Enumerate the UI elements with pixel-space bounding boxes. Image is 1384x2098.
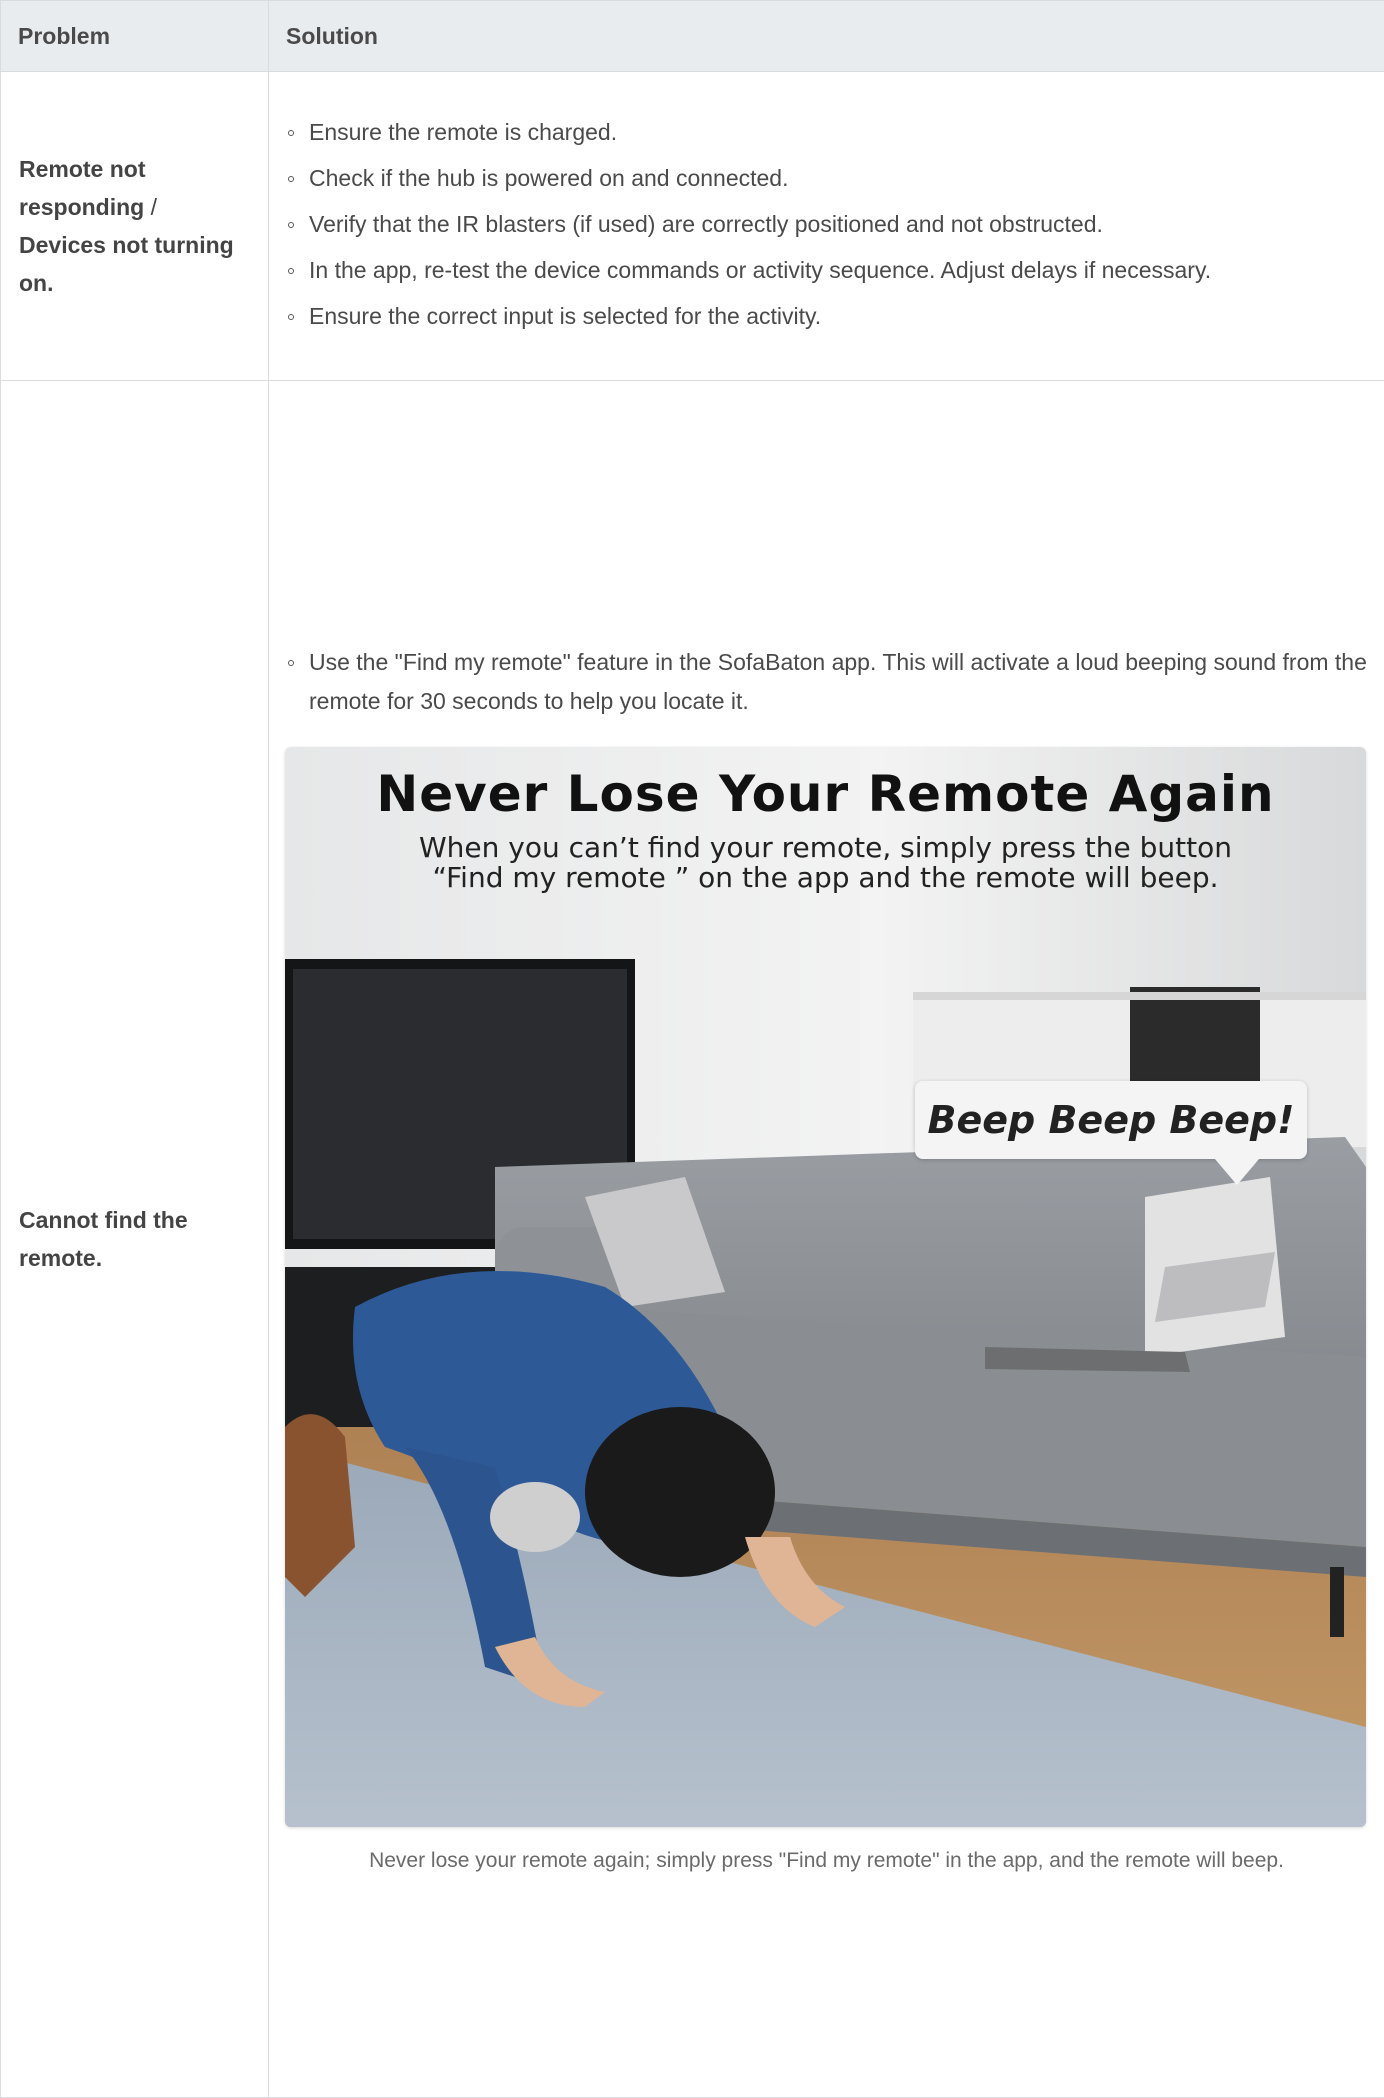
list-item: Verify that the IR blasters (if used) ar… (285, 205, 1368, 244)
solution-cell: Ensure the remote is charged. Check if t… (269, 72, 1384, 381)
solution-cell: Use the "Find my remote" feature in the … (269, 381, 1384, 2098)
figure-subtitle-line: “Find my remote ” on the app and the rem… (285, 863, 1366, 893)
table-row: Cannot find the remote. Use the "Find my… (1, 381, 1384, 2098)
figure-caption: Never lose your remote again; simply pre… (285, 1849, 1368, 1873)
header-problem: Problem (1, 1, 269, 72)
speech-bubble: Beep Beep Beep! (915, 1081, 1307, 1159)
figure-subtitle-line: When you can’t find your remote, simply … (285, 833, 1366, 863)
find-remote-illustration: Never Lose Your Remote Again When you ca… (285, 747, 1366, 1827)
list-item: Use the "Find my remote" feature in the … (285, 643, 1368, 721)
list-item: Check if the hub is powered on and conne… (285, 159, 1368, 198)
figure-subtitle: When you can’t find your remote, simply … (285, 833, 1366, 893)
problem-cell: Remote not responding / Devices not turn… (1, 72, 269, 381)
problem-text: Devices not turning on. (19, 232, 234, 296)
table-row: Remote not responding / Devices not turn… (1, 72, 1384, 381)
figure-title: Never Lose Your Remote Again (285, 765, 1366, 823)
troubleshooting-table: Problem Solution Remote not responding /… (0, 0, 1384, 2098)
living-room-scene (285, 747, 1366, 1827)
header-solution: Solution (269, 1, 1384, 72)
list-item: In the app, re-test the device commands … (285, 251, 1368, 290)
table-header-row: Problem Solution (1, 1, 1384, 72)
solution-list: Use the "Find my remote" feature in the … (285, 643, 1368, 721)
problem-cell: Cannot find the remote. (1, 381, 269, 2098)
problem-text: Cannot find the remote. (19, 1207, 188, 1271)
list-item: Ensure the remote is charged. (285, 113, 1368, 152)
problem-separator: / (144, 194, 157, 220)
problem-text: Remote not responding (19, 156, 146, 220)
list-item: Ensure the correct input is selected for… (285, 297, 1368, 336)
solution-list: Ensure the remote is charged. Check if t… (285, 113, 1368, 336)
